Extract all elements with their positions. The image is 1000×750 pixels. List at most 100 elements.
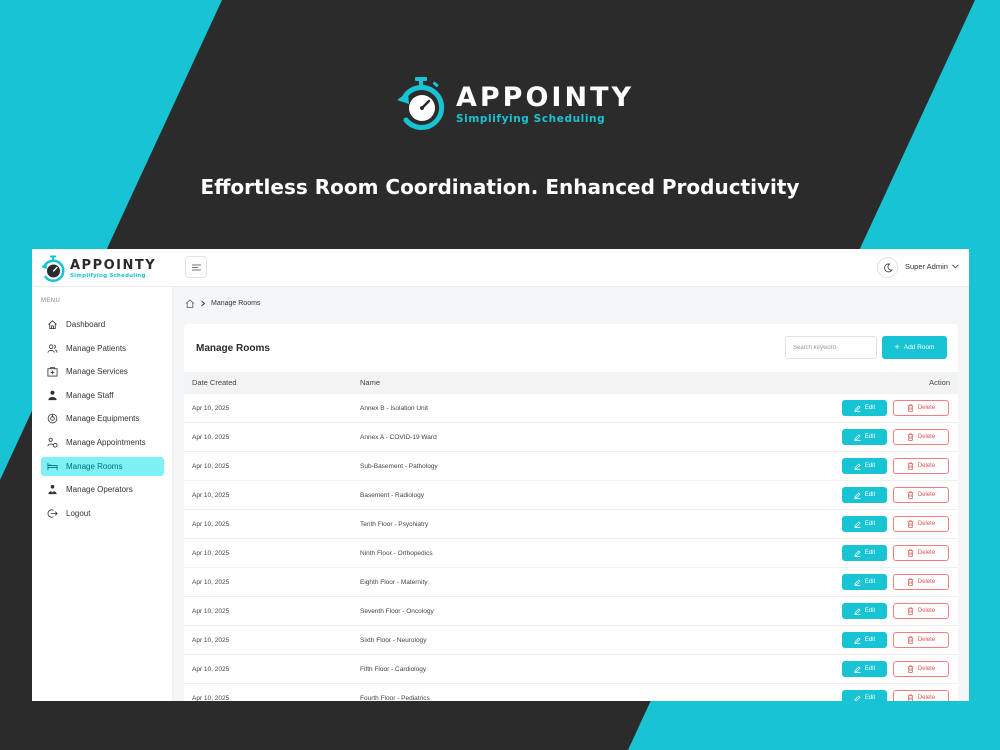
edit-button[interactable]: Edit bbox=[842, 632, 887, 648]
table-row: Apr 10, 2025 Eighth Floor - Maternity Edit… bbox=[184, 568, 958, 597]
edit-button[interactable]: Edit bbox=[842, 545, 887, 561]
cell-room-name: Basement - Radiology bbox=[360, 492, 424, 499]
edit-button[interactable]: Edit bbox=[842, 516, 887, 532]
appointment-icon bbox=[47, 437, 58, 448]
delete-button[interactable]: Delete bbox=[893, 690, 949, 701]
delete-button[interactable]: Delete bbox=[893, 632, 949, 648]
cell-room-name: Ninth Floor - Orthopedics bbox=[360, 550, 433, 557]
plus-icon: + bbox=[894, 342, 900, 352]
table-row: Apr 10, 2025 Tenth Floor - Psychiatry Edit… bbox=[184, 510, 958, 539]
add-room-button[interactable]: + Add Room bbox=[882, 336, 947, 359]
delete-button[interactable]: Delete bbox=[893, 603, 949, 619]
moon-icon bbox=[883, 263, 893, 272]
delete-button[interactable]: Delete bbox=[893, 487, 949, 503]
medical-kit-icon bbox=[47, 367, 58, 377]
chevron-right-icon bbox=[201, 300, 206, 307]
cell-room-name: Fourth Floor - Pediatrics bbox=[360, 695, 430, 701]
delete-label: Delete bbox=[917, 666, 936, 672]
delete-button[interactable]: Delete bbox=[893, 400, 949, 416]
doctor-icon bbox=[48, 390, 57, 400]
edit-button[interactable]: Edit bbox=[842, 458, 887, 474]
delete-label: Delete bbox=[917, 521, 936, 527]
cell-room-name: Sixth Floor - Neurology bbox=[360, 637, 427, 644]
users-icon bbox=[47, 344, 58, 353]
sidebar-item-label: Manage Staff bbox=[66, 390, 114, 400]
home-icon[interactable] bbox=[185, 299, 195, 308]
edit-button[interactable]: Edit bbox=[842, 400, 887, 416]
cell-date-created: Apr 10, 2025 bbox=[192, 405, 230, 412]
edit-button[interactable]: Edit bbox=[842, 574, 887, 590]
delete-button[interactable]: Delete bbox=[893, 661, 949, 677]
edit-label: Edit bbox=[864, 405, 876, 411]
rooms-table-body: Apr 10, 2025 Annex B - Isolation Unit Edit… bbox=[184, 394, 958, 701]
cell-date-created: Apr 10, 2025 bbox=[192, 608, 230, 615]
edit-icon bbox=[854, 521, 861, 528]
search-input[interactable] bbox=[785, 336, 877, 359]
table-row: Apr 10, 2025 Basement - Radiology Edit Dele… bbox=[184, 481, 958, 510]
edit-button[interactable]: Edit bbox=[842, 661, 887, 677]
theme-toggle-button[interactable] bbox=[877, 257, 898, 278]
edit-icon bbox=[854, 695, 861, 701]
edit-button[interactable]: Edit bbox=[842, 690, 887, 701]
delete-label: Delete bbox=[917, 579, 936, 585]
trash-icon bbox=[907, 549, 914, 557]
table-row: Apr 10, 2025 Annex A - COVID-19 Ward Edit D… bbox=[184, 423, 958, 452]
user-menu[interactable]: Super Admin bbox=[905, 262, 959, 271]
sidebar-item-manage-staff[interactable]: Manage Staff bbox=[41, 386, 164, 405]
sidebar-item-logout[interactable]: Logout bbox=[41, 504, 164, 523]
column-header-name: Name bbox=[360, 378, 381, 387]
home-icon bbox=[48, 320, 57, 330]
table-row: Apr 10, 2025 Sixth Floor - Neurology Edit D… bbox=[184, 626, 958, 655]
sidebar-item-manage-appointments[interactable]: Manage Appointments bbox=[41, 433, 164, 452]
sidebar-item-manage-rooms[interactable]: Manage Rooms bbox=[41, 456, 164, 476]
sidebar-item-label: Manage Appointments bbox=[66, 437, 146, 447]
cell-room-name: Tenth Floor - Psychiatry bbox=[360, 521, 429, 528]
delete-label: Delete bbox=[917, 492, 936, 498]
stopwatch-logo-icon bbox=[41, 255, 65, 282]
delete-label: Delete bbox=[917, 434, 936, 440]
delete-label: Delete bbox=[917, 550, 936, 556]
edit-label: Edit bbox=[864, 521, 876, 527]
delete-button[interactable]: Delete bbox=[893, 429, 949, 445]
delete-button[interactable]: Delete bbox=[893, 516, 949, 532]
promo-logo: APPOINTY Simplifying Scheduling bbox=[396, 76, 634, 132]
cell-date-created: Apr 10, 2025 bbox=[192, 637, 230, 644]
delete-button[interactable]: Delete bbox=[893, 545, 949, 561]
column-header-action: Action bbox=[929, 378, 950, 387]
edit-button[interactable]: Edit bbox=[842, 487, 887, 503]
sidebar-toggle-button[interactable] bbox=[185, 256, 207, 278]
trash-icon bbox=[907, 462, 914, 470]
edit-button[interactable]: Edit bbox=[842, 429, 887, 445]
edit-label: Edit bbox=[864, 637, 876, 643]
sidebar-item-label: Manage Equipments bbox=[66, 414, 140, 424]
operator-icon bbox=[48, 485, 57, 495]
table-header: Date Created Name Action bbox=[184, 372, 958, 394]
edit-label: Edit bbox=[864, 666, 876, 672]
cell-date-created: Apr 10, 2025 bbox=[192, 666, 230, 673]
table-row: Apr 10, 2025 Ninth Floor - Orthopedics Edi… bbox=[184, 539, 958, 568]
sidebar-item-manage-patients[interactable]: Manage Patients bbox=[41, 339, 164, 358]
app-logo[interactable]: APPOINTY Simplifying Scheduling bbox=[40, 255, 156, 283]
sidebar-item-manage-services[interactable]: Manage Services bbox=[41, 362, 164, 381]
hamburger-icon bbox=[191, 264, 201, 270]
sidebar-item-manage-operators[interactable]: Manage Operators bbox=[41, 480, 164, 499]
edit-button[interactable]: Edit bbox=[842, 603, 887, 619]
trash-icon bbox=[907, 520, 914, 528]
sidebar-item-label: Manage Rooms bbox=[66, 461, 123, 471]
table-row: Apr 10, 2025 Annex B - Isolation Unit Edit… bbox=[184, 394, 958, 423]
trash-icon bbox=[907, 578, 914, 586]
cell-date-created: Apr 10, 2025 bbox=[192, 434, 230, 441]
trash-icon bbox=[907, 433, 914, 441]
delete-button[interactable]: Delete bbox=[893, 458, 949, 474]
edit-label: Edit bbox=[864, 434, 876, 440]
delete-button[interactable]: Delete bbox=[893, 574, 949, 590]
edit-label: Edit bbox=[864, 492, 876, 498]
sidebar-item-dashboard[interactable]: Dashboard bbox=[41, 315, 164, 334]
cell-date-created: Apr 10, 2025 bbox=[192, 695, 230, 701]
app-window: APPOINTY Simplifying Scheduling Super Ad… bbox=[32, 249, 969, 701]
sidebar-item-manage-equipments[interactable]: Manage Equipments bbox=[41, 409, 164, 428]
app-header: APPOINTY Simplifying Scheduling Super Ad… bbox=[32, 249, 969, 287]
edit-label: Edit bbox=[864, 463, 876, 469]
trash-icon bbox=[907, 665, 914, 673]
trash-icon bbox=[907, 607, 914, 615]
